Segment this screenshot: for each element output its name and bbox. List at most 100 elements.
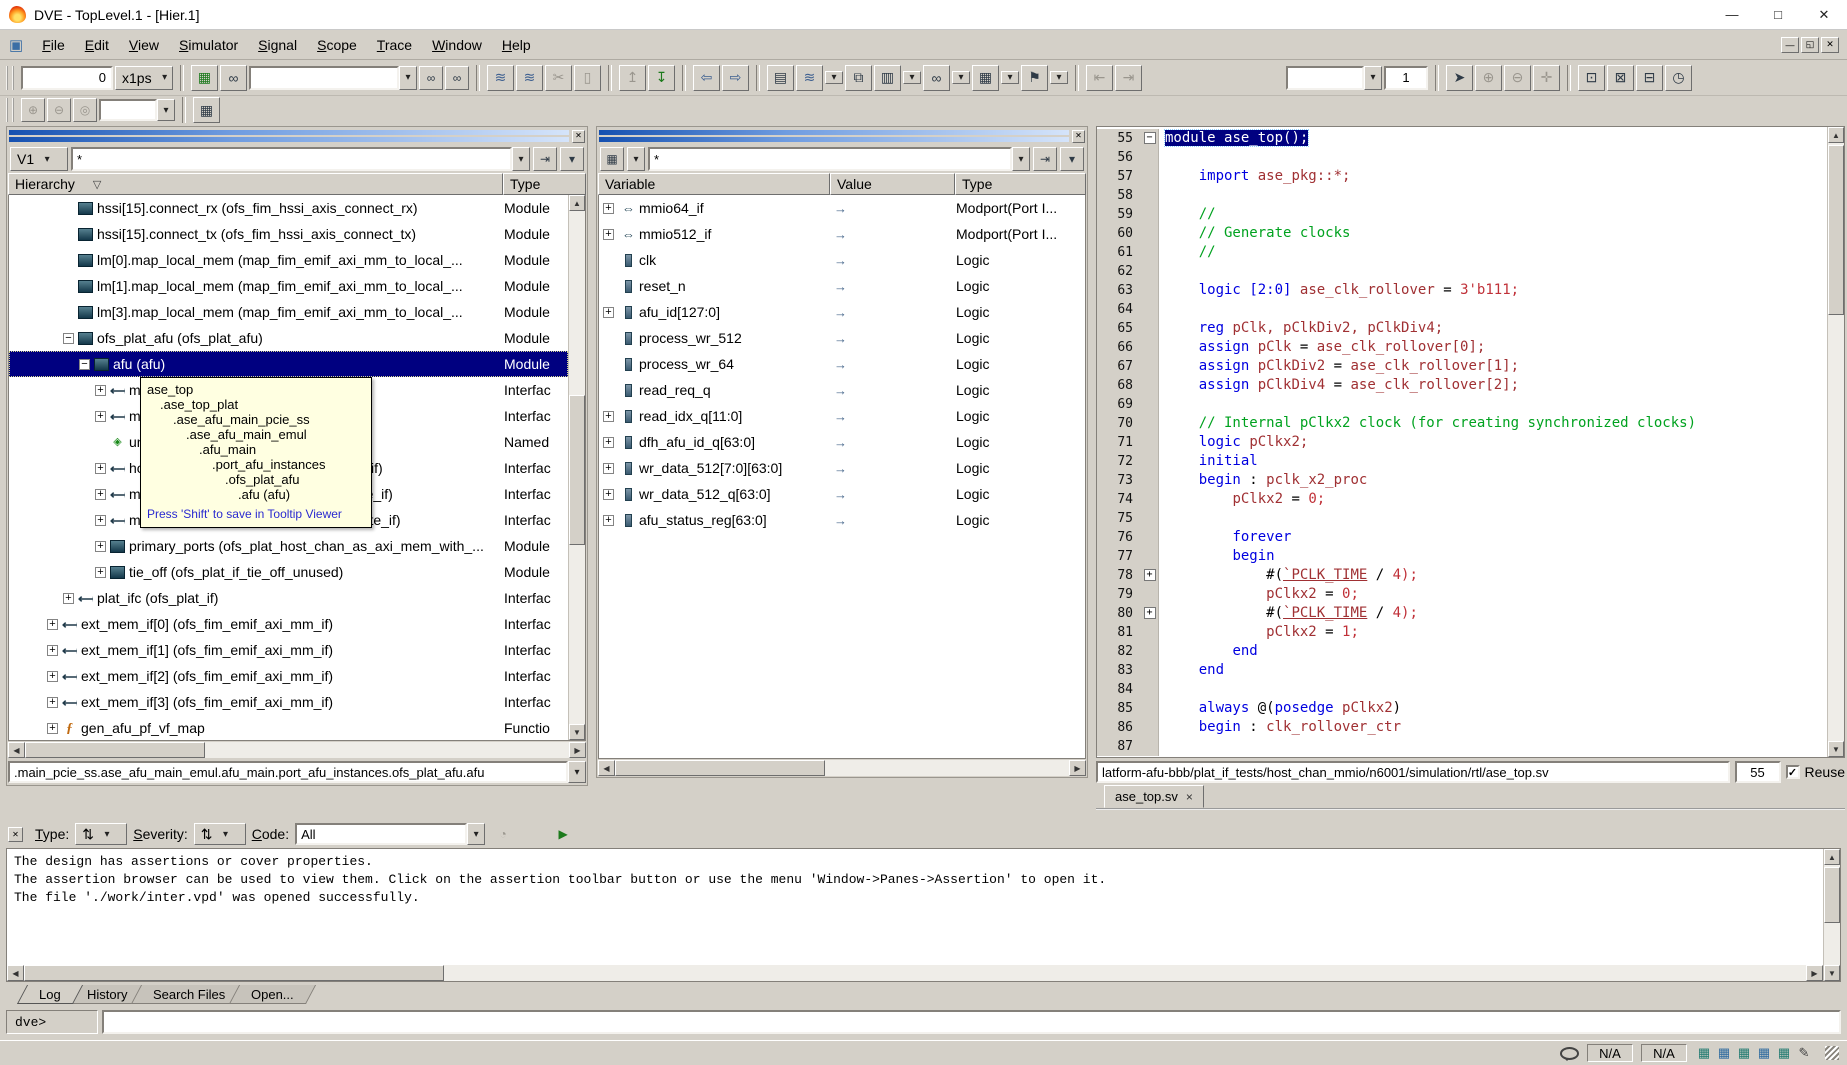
code-line[interactable]: 86 begin : clk_rollover_ctr	[1097, 718, 1827, 737]
code-line[interactable]: 56	[1097, 148, 1827, 167]
list-pane-dropdown[interactable]: ▾	[1001, 71, 1019, 84]
maximize-button[interactable]: □	[1755, 0, 1801, 29]
menu-signal[interactable]: Signal	[248, 33, 307, 57]
time-range-button[interactable]: ◷	[1665, 65, 1692, 91]
value-arrow-icon[interactable]: →	[834, 279, 847, 294]
value-arrow-icon[interactable]: →	[834, 253, 847, 268]
code-line[interactable]: 57 import ase_pkg::*;	[1097, 167, 1827, 186]
tab-ase-top-sv[interactable]: ase_top.sv ×	[1104, 785, 1204, 808]
filter-apply-button[interactable]: ⇥	[533, 147, 557, 171]
grid-button[interactable]: ▦	[193, 97, 220, 123]
expand-icon[interactable]: +	[95, 385, 106, 396]
value-arrow-icon[interactable]: →	[834, 513, 847, 528]
expand-icon[interactable]: +	[95, 541, 106, 552]
tree-row[interactable]: +⟷plat_ifc (ofs_plat_if)Interfac	[9, 585, 568, 611]
value-arrow-icon[interactable]: →	[834, 305, 847, 320]
find-next-button[interactable]: ∞	[419, 66, 443, 90]
expand-icon[interactable]: +	[603, 307, 614, 318]
chevron-down-icon[interactable]: ▾	[399, 66, 417, 90]
scroll-thumb[interactable]	[1828, 145, 1844, 315]
status-icon-5[interactable]: ▦	[1775, 1045, 1793, 1061]
source-pane-dropdown[interactable]: ▾	[903, 71, 921, 84]
console-close-icon[interactable]: ✕	[8, 827, 23, 842]
new-group-button[interactable]: ▯	[574, 65, 601, 91]
variable-row[interactable]: +wr_data_512_q[63:0]→Logic	[599, 481, 1085, 507]
mdi-minimize-button[interactable]: —	[1781, 37, 1799, 53]
status-icon-1[interactable]: ▦	[1695, 1045, 1713, 1061]
scroll-up-icon[interactable]: ▲	[569, 195, 585, 211]
pin-dropdown[interactable]: ▾	[1050, 71, 1068, 84]
wave-pane-dropdown[interactable]: ▾	[825, 71, 843, 84]
expand-icon[interactable]: +	[603, 463, 614, 474]
scope-combo-input[interactable]	[1286, 66, 1364, 90]
zoom-reset-button[interactable]: ⊟	[1636, 65, 1663, 91]
zoom-out-time-button[interactable]: ⊖	[47, 98, 71, 122]
search-combo[interactable]: ▾	[249, 66, 417, 90]
tree-row[interactable]: +⟷ext_mem_if[1] (ofs_fim_emif_axi_mm_if)…	[9, 637, 568, 663]
dock-left-button[interactable]: ⇤	[1086, 65, 1113, 91]
chevron-down-icon[interactable]: ▾	[512, 147, 530, 171]
value-arrow-icon[interactable]: →	[834, 383, 847, 398]
expand-icon[interactable]: +	[603, 437, 614, 448]
variable-row[interactable]: +dfh_afu_id_q[63:0]→Logic	[599, 429, 1085, 455]
filter-options-button[interactable]: ▾	[560, 147, 584, 171]
dock-right-button[interactable]: ⇥	[1115, 65, 1142, 91]
mdi-close-button[interactable]: ✕	[1821, 37, 1839, 53]
scroll-up-icon[interactable]: ▲	[1824, 849, 1840, 865]
value-arrow-icon[interactable]: →	[834, 409, 847, 424]
code-line[interactable]: 73 begin : pclk_x2_proc	[1097, 471, 1827, 490]
hierarchy-column-header[interactable]: Hierarchy ▽	[8, 173, 503, 195]
collapse-icon[interactable]: −	[79, 359, 90, 370]
pin-button[interactable]: ⚑	[1021, 65, 1048, 91]
scroll-down-icon[interactable]: ▼	[1828, 741, 1844, 757]
tree-row[interactable]: lm[1].map_local_mem (map_fim_emif_axi_mm…	[9, 273, 568, 299]
variable-row[interactable]: process_wr_64→Logic	[599, 351, 1085, 377]
expand-icon[interactable]: +	[95, 411, 106, 422]
log-hscrollbar[interactable]: ◀ ▶	[7, 965, 1823, 981]
time-input[interactable]	[21, 66, 113, 90]
message-bubble-icon[interactable]	[1560, 1047, 1579, 1060]
pan-tool-button[interactable]: ✛	[1533, 65, 1560, 91]
code-line[interactable]: 60 // Generate clocks	[1097, 224, 1827, 243]
scope-selector[interactable]: V1 ▾	[10, 147, 68, 171]
value-arrow-icon[interactable]: →	[834, 227, 847, 242]
value-arrow-icon[interactable]: →	[834, 331, 847, 346]
expand-icon[interactable]: +	[63, 593, 74, 604]
scroll-right-icon[interactable]: ▶	[1069, 760, 1086, 776]
watch-pane-dropdown[interactable]: ▾	[952, 71, 970, 84]
chevron-down-icon[interactable]: ▾	[1012, 147, 1030, 171]
expand-icon[interactable]: +	[95, 489, 106, 500]
chevron-down-icon[interactable]: ▾	[1364, 66, 1382, 90]
code-line[interactable]: 75	[1097, 509, 1827, 528]
back-button[interactable]: ⇦	[693, 65, 720, 91]
scroll-thumb[interactable]	[25, 742, 205, 758]
menu-help[interactable]: Help	[492, 33, 541, 57]
tab-close-icon[interactable]: ×	[1186, 790, 1193, 804]
hierarchy-filter-combo[interactable]: * ▾	[71, 147, 530, 171]
menu-file[interactable]: File	[32, 33, 75, 57]
variable-row[interactable]: +afu_status_reg[63:0]→Logic	[599, 507, 1085, 533]
zoom-level-input[interactable]	[99, 99, 157, 121]
code-line[interactable]: 70 // Internal pClkx2 clock (for creatin…	[1097, 414, 1827, 433]
tree-row[interactable]: +⟷ext_mem_if[0] (ofs_fim_emif_axi_mm_if)…	[9, 611, 568, 637]
scroll-right-icon[interactable]: ▶	[569, 742, 586, 758]
code-filter-value[interactable]: All	[295, 823, 467, 845]
menu-trace[interactable]: Trace	[367, 33, 422, 57]
fold-expand-icon[interactable]: +	[1144, 607, 1156, 619]
hierarchy-vscrollbar[interactable]: ▲ ▼	[568, 195, 585, 740]
variable-row[interactable]: +⇔mmio64_if→Modport(Port I...	[599, 195, 1085, 221]
scope-path-field[interactable]: .main_pcie_ss.ase_afu_main_emul.afu_main…	[8, 761, 568, 783]
menu-edit[interactable]: Edit	[75, 33, 119, 57]
status-icon-6[interactable]: ✎	[1795, 1045, 1813, 1061]
variable-row[interactable]: +⇔mmio512_if→Modport(Port I...	[599, 221, 1085, 247]
status-icon-2[interactable]: ▦	[1715, 1045, 1733, 1061]
menu-window[interactable]: Window	[422, 33, 492, 57]
scroll-thumb[interactable]	[1824, 867, 1840, 923]
variable-view-dropdown[interactable]: ▾	[627, 147, 645, 171]
zoom-in-button[interactable]: ⊕	[1475, 65, 1502, 91]
variable-row[interactable]: +wr_data_512[7:0][63:0]→Logic	[599, 455, 1085, 481]
tree-row[interactable]: −afu (afu)Module	[9, 351, 568, 377]
load-session-button[interactable]: ↧	[648, 65, 675, 91]
expand-icon[interactable]: +	[47, 723, 58, 734]
scope-combo[interactable]: ▾	[1286, 66, 1382, 90]
